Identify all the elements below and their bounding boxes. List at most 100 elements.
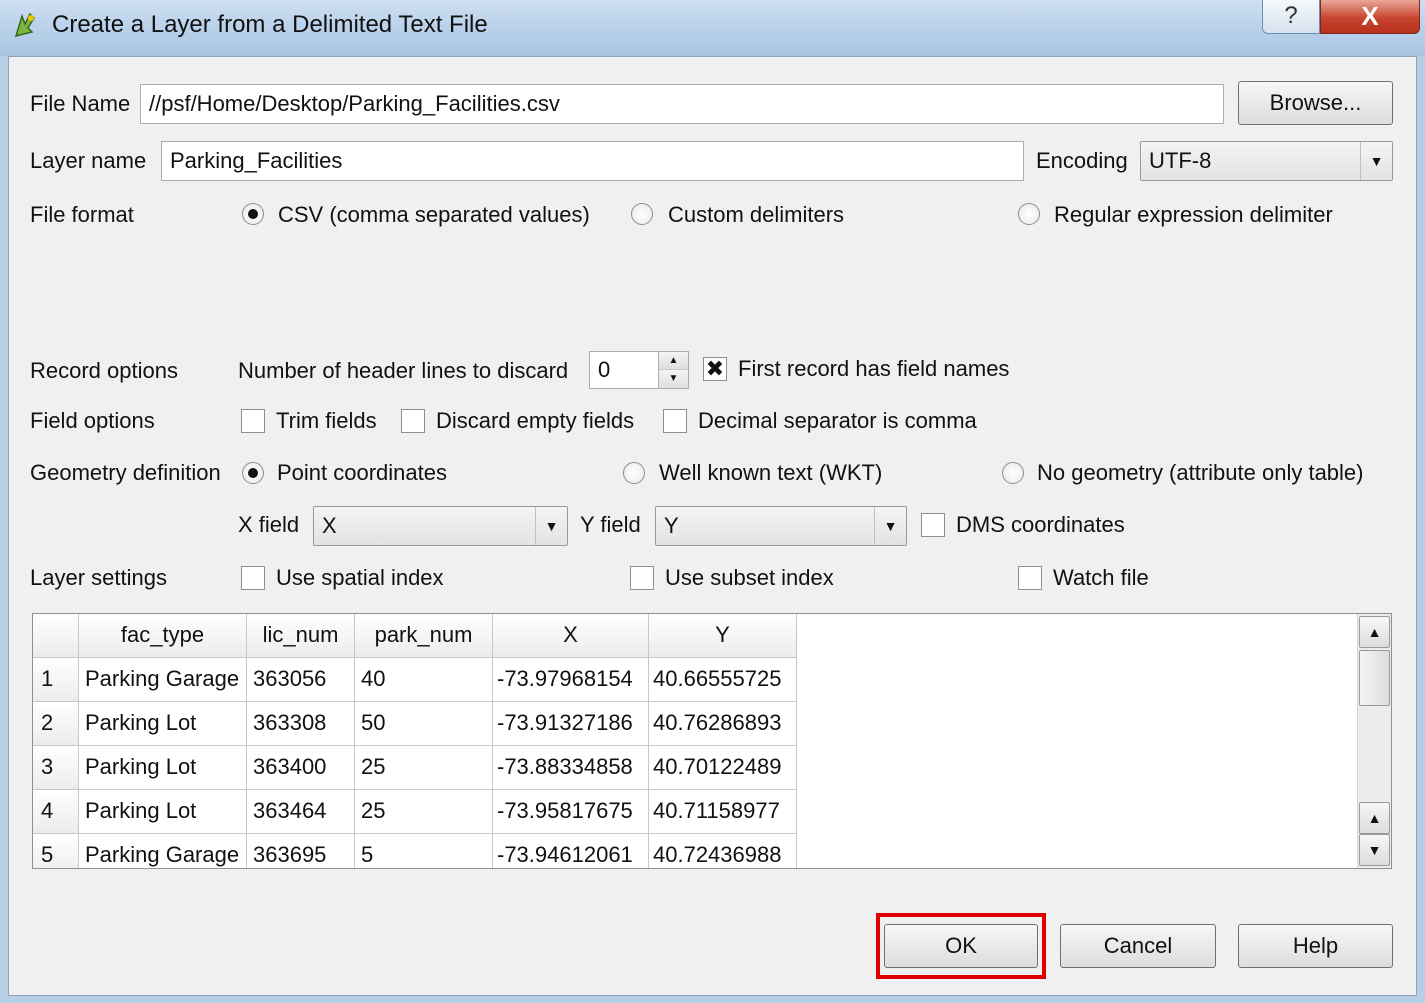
radio-regex-delimiter-label: Regular expression delimiter <box>1054 202 1333 227</box>
table-grid: fac_type lic_num park_num X Y 1 Parking … <box>33 614 1359 868</box>
table-cell[interactable]: 363695 <box>247 834 355 868</box>
trim-fields-checkbox[interactable] <box>241 409 265 433</box>
scroll-up-icon[interactable]: ▲ <box>1359 616 1390 648</box>
radio-point-coordinates[interactable] <box>242 462 264 484</box>
first-record-checkbox[interactable]: ✖ <box>703 357 727 381</box>
x-field-label: X field <box>238 512 300 537</box>
spin-up-icon[interactable]: ▲ <box>658 352 688 370</box>
decimal-comma-label: Decimal separator is comma <box>698 408 977 433</box>
watch-file-checkbox[interactable] <box>1018 566 1042 590</box>
header-lines-label: Number of header lines to discard <box>238 358 569 383</box>
encoding-value: UTF-8 <box>1149 148 1212 173</box>
subset-index-checkbox[interactable] <box>630 566 654 590</box>
table-cell[interactable]: Parking Lot <box>79 702 247 746</box>
row-header[interactable]: 5 <box>33 834 79 868</box>
table-cell[interactable]: Parking Lot <box>79 746 247 790</box>
encoding-select[interactable]: UTF-8 ▼ <box>1140 141 1393 181</box>
record-options-label: Record options <box>30 358 178 383</box>
spatial-index-checkbox[interactable] <box>241 566 265 590</box>
table-cell[interactable]: -73.91327186 <box>493 702 649 746</box>
cancel-button[interactable]: Cancel <box>1060 924 1216 968</box>
y-field-value: Y <box>664 513 679 538</box>
chevron-down-icon: ▼ <box>874 507 906 545</box>
radio-no-geometry[interactable] <box>1002 462 1024 484</box>
first-record-label: First record has field names <box>738 356 1010 381</box>
layer-name-label: Layer name <box>30 148 147 173</box>
radio-point-coordinates-label: Point coordinates <box>277 460 447 485</box>
table-cell[interactable]: 40 <box>355 658 493 702</box>
table-cell[interactable]: -73.94612061 <box>493 834 649 868</box>
dms-label: DMS coordinates <box>956 512 1125 537</box>
chevron-down-icon: ▼ <box>535 507 567 545</box>
y-field-label: Y field <box>580 512 641 537</box>
window-help-button[interactable]: ? <box>1262 0 1320 34</box>
subset-index-label: Use subset index <box>665 565 834 590</box>
discard-empty-checkbox[interactable] <box>401 409 425 433</box>
file-name-label: File Name <box>30 91 131 116</box>
row-header[interactable]: 3 <box>33 746 79 790</box>
decimal-comma-checkbox[interactable] <box>663 409 687 433</box>
row-header[interactable]: 4 <box>33 790 79 834</box>
layer-settings-label: Layer settings <box>30 565 167 590</box>
chevron-down-icon: ▼ <box>1360 142 1392 180</box>
browse-button[interactable]: Browse... <box>1238 81 1393 125</box>
table-cell[interactable]: Parking Lot <box>79 790 247 834</box>
header-lines-value: 0 <box>598 357 611 382</box>
header-lines-spinbox[interactable]: 0 ▲ ▼ <box>589 351 689 389</box>
layer-name-input[interactable]: Parking_Facilities <box>161 141 1024 181</box>
trim-fields-label: Trim fields <box>276 408 377 433</box>
qgis-app-icon <box>14 12 35 38</box>
table-cell[interactable]: Parking Garage <box>79 834 247 868</box>
encoding-label: Encoding <box>1036 148 1128 173</box>
preview-table[interactable]: fac_type lic_num park_num X Y 1 Parking … <box>32 613 1392 869</box>
column-header-fac-type[interactable]: fac_type <box>79 614 247 658</box>
y-field-select[interactable]: Y ▼ <box>655 506 907 546</box>
column-header-park-num[interactable]: park_num <box>355 614 493 658</box>
radio-csv-label: CSV (comma separated values) <box>278 202 590 227</box>
radio-custom-delimiters[interactable] <box>631 203 653 225</box>
row-header[interactable]: 2 <box>33 702 79 746</box>
table-cell[interactable]: 40.71158977 <box>649 790 797 834</box>
table-cell[interactable]: 5 <box>355 834 493 868</box>
window-title: Create a Layer from a Delimited Text Fil… <box>52 11 488 38</box>
radio-wkt[interactable] <box>623 462 645 484</box>
window-close-button[interactable]: X <box>1320 0 1420 34</box>
table-cell[interactable]: 363464 <box>247 790 355 834</box>
table-cell[interactable]: 25 <box>355 790 493 834</box>
table-cell[interactable]: 363308 <box>247 702 355 746</box>
radio-csv[interactable] <box>242 203 264 225</box>
column-header-lic-num[interactable]: lic_num <box>247 614 355 658</box>
table-cell[interactable]: 50 <box>355 702 493 746</box>
table-cell[interactable]: 40.66555725 <box>649 658 797 702</box>
watch-file-label: Watch file <box>1053 565 1149 590</box>
table-cell[interactable]: -73.88334858 <box>493 746 649 790</box>
scroll-down-icon[interactable]: ▼ <box>1359 834 1390 866</box>
x-field-value: X <box>322 513 337 538</box>
field-options-label: Field options <box>30 408 155 433</box>
table-cell[interactable]: 25 <box>355 746 493 790</box>
table-cell[interactable]: 40.70122489 <box>649 746 797 790</box>
table-cell[interactable]: 40.76286893 <box>649 702 797 746</box>
geometry-definition-label: Geometry definition <box>30 460 221 485</box>
table-cell[interactable]: -73.97968154 <box>493 658 649 702</box>
column-header-x[interactable]: X <box>493 614 649 658</box>
row-header[interactable]: 1 <box>33 658 79 702</box>
table-corner <box>33 614 79 658</box>
help-button[interactable]: Help <box>1238 924 1393 968</box>
table-cell[interactable]: 363056 <box>247 658 355 702</box>
file-name-input[interactable]: //psf/Home/Desktop/Parking_Facilities.cs… <box>140 84 1224 124</box>
table-cell[interactable]: -73.95817675 <box>493 790 649 834</box>
spatial-index-label: Use spatial index <box>276 565 444 590</box>
column-header-y[interactable]: Y <box>649 614 797 658</box>
radio-regex-delimiter[interactable] <box>1018 203 1040 225</box>
ok-button[interactable]: OK <box>884 924 1038 968</box>
x-field-select[interactable]: X ▼ <box>313 506 568 546</box>
table-cell[interactable]: 40.72436988 <box>649 834 797 868</box>
table-cell[interactable]: 363400 <box>247 746 355 790</box>
scrollbar-thumb[interactable] <box>1359 650 1390 706</box>
table-cell[interactable]: Parking Garage <box>79 658 247 702</box>
table-vertical-scrollbar[interactable]: ▲ ▲ ▼ <box>1357 614 1391 868</box>
spin-down-icon[interactable]: ▼ <box>658 370 688 388</box>
dms-checkbox[interactable] <box>921 513 945 537</box>
scroll-up-icon[interactable]: ▲ <box>1359 802 1390 834</box>
